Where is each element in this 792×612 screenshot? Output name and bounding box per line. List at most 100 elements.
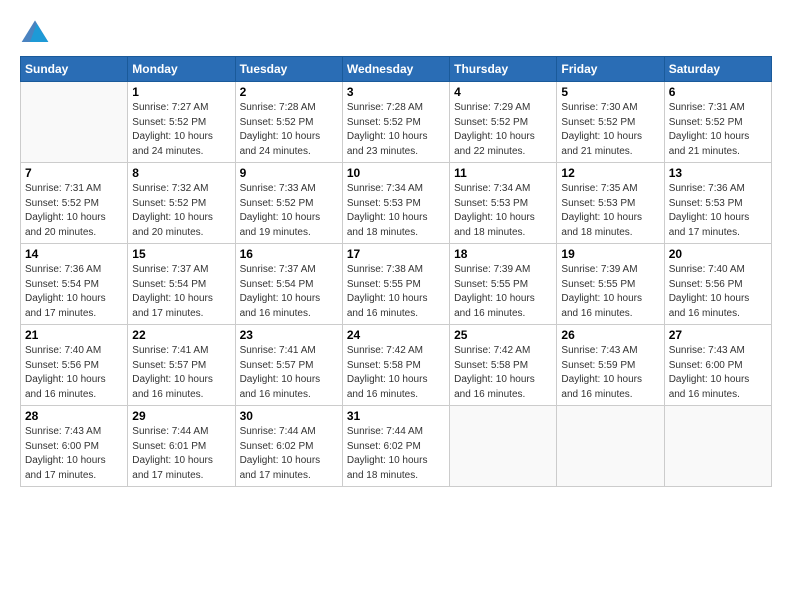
day-number: 31 xyxy=(347,409,445,423)
day-info: Sunrise: 7:34 AM Sunset: 5:53 PM Dayligh… xyxy=(347,182,445,240)
day-number: 5 xyxy=(561,85,659,99)
week-row-2: 7 Sunrise: 7:31 AM Sunset: 5:52 PM Daylig… xyxy=(21,163,772,244)
day-info: Sunrise: 7:43 AM Sunset: 6:00 PM Dayligh… xyxy=(25,425,123,483)
day-cell: 1Sunrise: 7:27 AM Sunset: 5:52 PM Daylig… xyxy=(128,82,235,163)
day-cell: 21 Sunrise: 7:40 AM Sunset: 5:56 PM Dayli… xyxy=(21,325,128,406)
day-info: Sunrise: 7:40 AM Sunset: 5:56 PM Dayligh… xyxy=(25,344,123,402)
day-number: 10 xyxy=(347,166,445,180)
week-row-3: 14 Sunrise: 7:36 AM Sunset: 5:54 PM Dayli… xyxy=(21,244,772,325)
day-cell xyxy=(557,406,664,487)
day-number: 29 xyxy=(132,409,230,423)
day-cell: 4 Sunrise: 7:29 AM Sunset: 5:52 PM Daylig… xyxy=(450,82,557,163)
day-cell: 13 Sunrise: 7:36 AM Sunset: 5:53 PM Dayli… xyxy=(664,163,771,244)
day-info: Sunrise: 7:44 AM Sunset: 6:02 PM Dayligh… xyxy=(240,425,338,483)
day-info: Sunrise: 7:39 AM Sunset: 5:55 PM Dayligh… xyxy=(561,263,659,321)
day-info: Sunrise: 7:39 AM Sunset: 5:55 PM Dayligh… xyxy=(454,263,552,321)
day-info: Sunrise: 7:43 AM Sunset: 5:59 PM Dayligh… xyxy=(561,344,659,402)
day-info: Sunrise: 7:30 AM Sunset: 5:52 PM Dayligh… xyxy=(561,101,659,159)
day-cell: 24 Sunrise: 7:42 AM Sunset: 5:58 PM Dayli… xyxy=(342,325,449,406)
day-number: 23 xyxy=(240,328,338,342)
day-number: 7 xyxy=(25,166,123,180)
day-number: 12 xyxy=(561,166,659,180)
day-info: Sunrise: 7:37 AM Sunset: 5:54 PM Dayligh… xyxy=(132,263,230,321)
day-number: 16 xyxy=(240,247,338,261)
logo xyxy=(20,18,54,46)
day-number: 19 xyxy=(561,247,659,261)
day-info: Sunrise: 7:37 AM Sunset: 5:54 PM Dayligh… xyxy=(240,263,338,321)
day-number: 9 xyxy=(240,166,338,180)
day-cell: 23 Sunrise: 7:41 AM Sunset: 5:57 PM Dayli… xyxy=(235,325,342,406)
day-info: Sunrise: 7:41 AM Sunset: 5:57 PM Dayligh… xyxy=(240,344,338,402)
day-number: 1 xyxy=(132,85,230,99)
calendar-table: SundayMondayTuesdayWednesdayThursdayFrid… xyxy=(20,56,772,487)
day-cell: 20Sunrise: 7:40 AM Sunset: 5:56 PM Dayli… xyxy=(664,244,771,325)
day-cell: 22Sunrise: 7:41 AM Sunset: 5:57 PM Dayli… xyxy=(128,325,235,406)
day-info: Sunrise: 7:42 AM Sunset: 5:58 PM Dayligh… xyxy=(454,344,552,402)
day-cell: 15 Sunrise: 7:37 AM Sunset: 5:54 PM Dayli… xyxy=(128,244,235,325)
day-cell: 9 Sunrise: 7:33 AM Sunset: 5:52 PM Daylig… xyxy=(235,163,342,244)
day-cell: 19 Sunrise: 7:39 AM Sunset: 5:55 PM Dayli… xyxy=(557,244,664,325)
day-cell: 5 Sunrise: 7:30 AM Sunset: 5:52 PM Daylig… xyxy=(557,82,664,163)
day-number: 30 xyxy=(240,409,338,423)
day-cell: 29Sunrise: 7:44 AM Sunset: 6:01 PM Dayli… xyxy=(128,406,235,487)
day-number: 15 xyxy=(132,247,230,261)
day-cell: 7 Sunrise: 7:31 AM Sunset: 5:52 PM Daylig… xyxy=(21,163,128,244)
weekday-header-sunday: Sunday xyxy=(21,57,128,82)
day-cell: 17 Sunrise: 7:38 AM Sunset: 5:55 PM Dayli… xyxy=(342,244,449,325)
day-number: 2 xyxy=(240,85,338,99)
day-info: Sunrise: 7:28 AM Sunset: 5:52 PM Dayligh… xyxy=(347,101,445,159)
day-cell xyxy=(21,82,128,163)
day-info: Sunrise: 7:31 AM Sunset: 5:52 PM Dayligh… xyxy=(25,182,123,240)
day-info: Sunrise: 7:28 AM Sunset: 5:52 PM Dayligh… xyxy=(240,101,338,159)
day-info: Sunrise: 7:32 AM Sunset: 5:52 PM Dayligh… xyxy=(132,182,230,240)
logo-icon xyxy=(20,18,50,46)
day-cell: 10 Sunrise: 7:34 AM Sunset: 5:53 PM Dayli… xyxy=(342,163,449,244)
weekday-header-thursday: Thursday xyxy=(450,57,557,82)
week-row-5: 28 Sunrise: 7:43 AM Sunset: 6:00 PM Dayli… xyxy=(21,406,772,487)
day-info: Sunrise: 7:38 AM Sunset: 5:55 PM Dayligh… xyxy=(347,263,445,321)
day-number: 11 xyxy=(454,166,552,180)
day-cell xyxy=(664,406,771,487)
day-cell: 27 Sunrise: 7:43 AM Sunset: 6:00 PM Dayli… xyxy=(664,325,771,406)
day-number: 4 xyxy=(454,85,552,99)
day-cell: 31 Sunrise: 7:44 AM Sunset: 6:02 PM Dayli… xyxy=(342,406,449,487)
day-cell: 2 Sunrise: 7:28 AM Sunset: 5:52 PM Daylig… xyxy=(235,82,342,163)
week-row-1: 1Sunrise: 7:27 AM Sunset: 5:52 PM Daylig… xyxy=(21,82,772,163)
day-cell: 16 Sunrise: 7:37 AM Sunset: 5:54 PM Dayli… xyxy=(235,244,342,325)
day-cell: 8 Sunrise: 7:32 AM Sunset: 5:52 PM Daylig… xyxy=(128,163,235,244)
weekday-header-tuesday: Tuesday xyxy=(235,57,342,82)
week-row-4: 21 Sunrise: 7:40 AM Sunset: 5:56 PM Dayli… xyxy=(21,325,772,406)
day-info: Sunrise: 7:44 AM Sunset: 6:02 PM Dayligh… xyxy=(347,425,445,483)
day-info: Sunrise: 7:41 AM Sunset: 5:57 PM Dayligh… xyxy=(132,344,230,402)
day-number: 3 xyxy=(347,85,445,99)
day-cell: 14 Sunrise: 7:36 AM Sunset: 5:54 PM Dayli… xyxy=(21,244,128,325)
day-cell: 3 Sunrise: 7:28 AM Sunset: 5:52 PM Daylig… xyxy=(342,82,449,163)
day-number: 26 xyxy=(561,328,659,342)
day-number: 20 xyxy=(669,247,767,261)
day-info: Sunrise: 7:33 AM Sunset: 5:52 PM Dayligh… xyxy=(240,182,338,240)
day-number: 14 xyxy=(25,247,123,261)
day-number: 27 xyxy=(669,328,767,342)
day-info: Sunrise: 7:31 AM Sunset: 5:52 PM Dayligh… xyxy=(669,101,767,159)
weekday-header-saturday: Saturday xyxy=(664,57,771,82)
day-info: Sunrise: 7:36 AM Sunset: 5:53 PM Dayligh… xyxy=(669,182,767,240)
day-cell: 18 Sunrise: 7:39 AM Sunset: 5:55 PM Dayli… xyxy=(450,244,557,325)
day-info: Sunrise: 7:34 AM Sunset: 5:53 PM Dayligh… xyxy=(454,182,552,240)
day-info: Sunrise: 7:36 AM Sunset: 5:54 PM Dayligh… xyxy=(25,263,123,321)
weekday-header-wednesday: Wednesday xyxy=(342,57,449,82)
day-number: 17 xyxy=(347,247,445,261)
day-number: 13 xyxy=(669,166,767,180)
day-info: Sunrise: 7:29 AM Sunset: 5:52 PM Dayligh… xyxy=(454,101,552,159)
day-cell: 12Sunrise: 7:35 AM Sunset: 5:53 PM Dayli… xyxy=(557,163,664,244)
day-cell xyxy=(450,406,557,487)
day-cell: 6Sunrise: 7:31 AM Sunset: 5:52 PM Daylig… xyxy=(664,82,771,163)
day-number: 18 xyxy=(454,247,552,261)
weekday-header-friday: Friday xyxy=(557,57,664,82)
day-info: Sunrise: 7:42 AM Sunset: 5:58 PM Dayligh… xyxy=(347,344,445,402)
day-info: Sunrise: 7:43 AM Sunset: 6:00 PM Dayligh… xyxy=(669,344,767,402)
day-number: 21 xyxy=(25,328,123,342)
day-number: 24 xyxy=(347,328,445,342)
day-cell: 30 Sunrise: 7:44 AM Sunset: 6:02 PM Dayli… xyxy=(235,406,342,487)
day-number: 8 xyxy=(132,166,230,180)
day-number: 28 xyxy=(25,409,123,423)
